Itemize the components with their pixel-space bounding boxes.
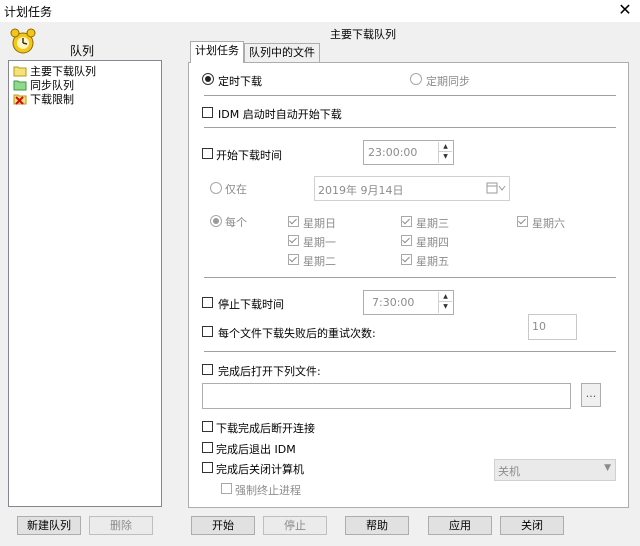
help-button[interactable]: 帮助 xyxy=(345,516,409,535)
stop-time-checkbox[interactable] xyxy=(202,297,213,308)
queue-header: 队列 xyxy=(70,44,95,58)
shutdown-mode-select[interactable]: 关机 ▼ xyxy=(494,459,616,481)
wednesday-label: 星期三 xyxy=(416,217,449,230)
wednesday-checkbox[interactable] xyxy=(401,216,412,227)
spin-up-icon[interactable]: ▲ xyxy=(439,142,452,152)
tree-item-download-limit[interactable]: 下载限制 xyxy=(13,92,74,106)
divider xyxy=(204,351,616,352)
calendar-dropdown-icon[interactable] xyxy=(486,182,506,197)
start-time-value: 23:00:00 xyxy=(368,146,418,159)
new-queue-button[interactable]: 新建队列 xyxy=(17,516,81,535)
title-bar: 计划任务 ✕ xyxy=(0,0,640,22)
thursday-label: 星期四 xyxy=(416,236,449,249)
retry-checkbox[interactable] xyxy=(202,326,213,337)
exit-idm-checkbox[interactable] xyxy=(202,442,213,453)
stop-button[interactable]: 停止 xyxy=(263,516,327,535)
timed-download-label: 定时下载 xyxy=(218,75,262,88)
stop-time-label: 停止下载时间 xyxy=(218,298,284,311)
stop-time-value: 7:30:00 xyxy=(372,296,415,309)
hangup-checkbox[interactable] xyxy=(202,421,213,432)
date-picker[interactable]: 2019年 9月14日 xyxy=(314,176,510,201)
friday-label: 星期五 xyxy=(416,255,449,268)
stop-time-spinner[interactable]: 7:30:00 ▲ ▼ xyxy=(363,290,454,315)
shutdown-checkbox[interactable] xyxy=(202,462,213,473)
browse-button[interactable]: ... xyxy=(581,383,601,407)
every-radio[interactable] xyxy=(210,215,222,227)
retry-label: 每个文件下载失败后的重试次数: xyxy=(218,327,376,340)
only-on-label: 仅在 xyxy=(225,183,247,196)
saturday-checkbox[interactable] xyxy=(517,216,528,227)
date-value: 2019年 9月14日 xyxy=(318,184,404,197)
periodic-sync-label: 定期同步 xyxy=(426,75,470,88)
divider xyxy=(204,95,616,96)
spin-down-icon[interactable]: ▼ xyxy=(439,302,452,312)
panel-title: 主要下载队列 xyxy=(330,28,396,41)
sunday-checkbox[interactable] xyxy=(288,216,299,227)
idm-autostart-checkbox[interactable] xyxy=(202,107,213,118)
tree-item-label: 下载限制 xyxy=(30,93,74,106)
delete-queue-button[interactable]: 删除 xyxy=(89,516,153,535)
start-time-checkbox[interactable] xyxy=(202,148,213,159)
spin-up-icon[interactable]: ▲ xyxy=(439,292,452,302)
timed-download-radio[interactable] xyxy=(202,73,214,85)
spinner-buttons[interactable]: ▲ ▼ xyxy=(438,142,452,163)
retry-count-input[interactable]: 10 xyxy=(528,314,577,340)
apply-button[interactable]: 应用 xyxy=(428,516,492,535)
force-kill-checkbox[interactable] xyxy=(221,483,232,494)
close-button[interactable]: 关闭 xyxy=(500,516,564,535)
tree-item-main-queue[interactable]: 主要下载队列 xyxy=(13,63,96,79)
friday-checkbox[interactable] xyxy=(401,254,412,265)
exit-idm-label: 完成后退出 IDM xyxy=(216,443,296,456)
divider xyxy=(204,127,616,128)
tuesday-checkbox[interactable] xyxy=(288,254,299,265)
close-icon[interactable]: ✕ xyxy=(614,1,636,21)
open-file-label: 完成后打开下列文件: xyxy=(218,365,321,378)
divider xyxy=(204,277,616,278)
queue-tree[interactable]: 主要下载队列 同步队列 下载限制 xyxy=(8,60,162,507)
tuesday-label: 星期二 xyxy=(303,255,336,268)
folder-sync-icon xyxy=(13,79,27,91)
monday-label: 星期一 xyxy=(303,236,336,249)
spinner-buttons[interactable]: ▲ ▼ xyxy=(438,292,452,313)
shutdown-label: 完成后关闭计算机 xyxy=(216,463,304,476)
saturday-label: 星期六 xyxy=(532,217,565,230)
periodic-sync-radio[interactable] xyxy=(410,73,422,85)
start-time-label: 开始下载时间 xyxy=(216,149,282,162)
tab-files-in-queue[interactable]: 队列中的文件 xyxy=(244,43,320,62)
tab-schedule[interactable]: 计划任务 xyxy=(190,41,244,63)
window-title: 计划任务 xyxy=(4,5,53,19)
sunday-label: 星期日 xyxy=(303,217,336,230)
open-file-path-input[interactable] xyxy=(202,383,571,409)
scheduler-clock-icon xyxy=(8,26,38,56)
start-time-spinner[interactable]: 23:00:00 ▲ ▼ xyxy=(363,140,454,165)
folder-icon xyxy=(13,65,27,77)
thursday-checkbox[interactable] xyxy=(401,235,412,246)
shutdown-mode-value: 关机 xyxy=(498,465,520,478)
monday-checkbox[interactable] xyxy=(288,235,299,246)
tree-item-sync-queue[interactable]: 同步队列 xyxy=(13,78,74,92)
open-file-checkbox[interactable] xyxy=(202,364,213,375)
only-on-radio[interactable] xyxy=(210,182,222,194)
start-button[interactable]: 开始 xyxy=(191,516,255,535)
limit-x-icon xyxy=(13,93,27,105)
spin-down-icon[interactable]: ▼ xyxy=(439,152,452,162)
idm-autostart-label: IDM 启动时自动开始下载 xyxy=(218,108,342,121)
hangup-label: 下载完成后断开连接 xyxy=(216,422,315,435)
every-label: 每个 xyxy=(225,216,247,229)
force-kill-label: 强制终止进程 xyxy=(235,484,301,497)
chevron-down-icon: ▼ xyxy=(604,463,611,473)
retry-count-value: 10 xyxy=(532,320,546,333)
